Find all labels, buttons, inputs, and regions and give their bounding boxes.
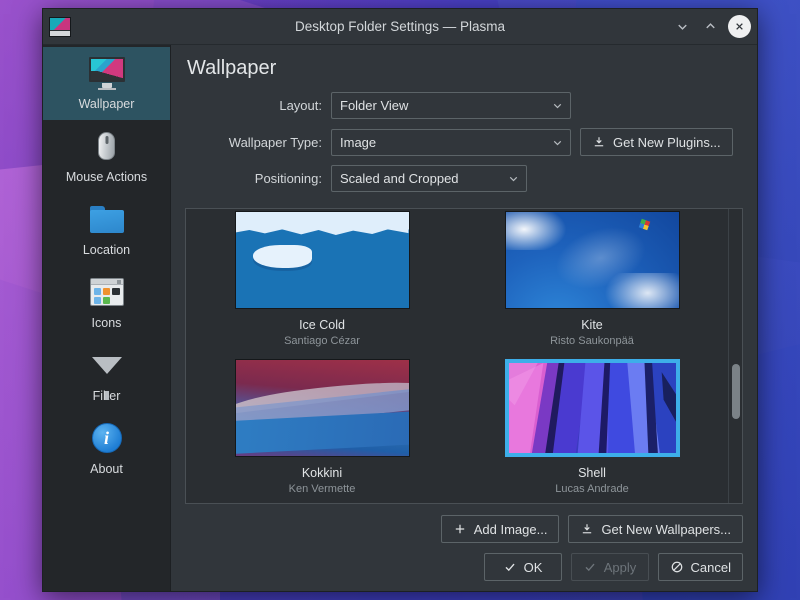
mouse-icon: [89, 129, 125, 163]
add-image-label: Add Image...: [474, 522, 548, 537]
sidebar-item-label: Location: [83, 243, 130, 257]
sidebar-item-label: Wallpaper: [79, 97, 135, 111]
chevron-down-icon: [551, 99, 564, 112]
wallpaper-item[interactable]: Kokkini Ken Vermette: [192, 357, 452, 503]
window-titlebar[interactable]: Desktop Folder Settings — Plasma: [43, 9, 757, 45]
file-window-icon: [89, 275, 125, 309]
plasma-icon: [49, 17, 71, 37]
wallpaper-grid[interactable]: Ice Cold Santiago Cézar Kite Risto Sauko…: [186, 209, 728, 503]
folder-icon: [89, 202, 125, 236]
chevron-down-icon: [551, 136, 564, 149]
wallpaper-author: Lucas Andrade: [555, 483, 628, 495]
get-new-plugins-label: Get New Plugins...: [613, 135, 721, 150]
wallpaper-type-label: Wallpaper Type:: [185, 135, 331, 150]
sidebar-item-mouse-actions[interactable]: Mouse Actions: [43, 120, 170, 193]
window-controls: [669, 14, 751, 40]
cancel-button[interactable]: Cancel: [658, 553, 743, 581]
wallpaper-item[interactable]: Kite Risto Saukonpää: [462, 209, 722, 355]
settings-window: Desktop Folder Settings — Plasma: [42, 8, 758, 592]
wallpaper-thumbnail[interactable]: [235, 211, 410, 309]
wallpaper-title: Shell: [578, 466, 606, 480]
page-title: Wallpaper: [187, 57, 743, 80]
funnel-icon: [89, 348, 125, 382]
ok-label: OK: [524, 560, 543, 575]
wallpaper-author: Santiago Cézar: [284, 335, 360, 347]
get-new-wallpapers-button[interactable]: Get New Wallpapers...: [568, 515, 743, 543]
check-icon: [503, 560, 517, 574]
sidebar-item-wallpaper[interactable]: Wallpaper: [43, 47, 170, 120]
wallpaper-thumbnail[interactable]: [505, 359, 680, 457]
image-actions-row: Add Image... Get New Wallpapers...: [185, 515, 743, 543]
apply-button: Apply: [571, 553, 649, 581]
positioning-value: Scaled and Cropped: [340, 171, 495, 186]
plus-icon: [453, 522, 467, 536]
sidebar-item-location[interactable]: Location: [43, 193, 170, 266]
download-icon: [592, 135, 606, 149]
scrollbar-thumb[interactable]: [732, 364, 740, 419]
minimize-button[interactable]: [669, 14, 695, 40]
window-title: Desktop Folder Settings — Plasma: [43, 19, 757, 34]
sidebar-item-label: About: [90, 462, 123, 476]
positioning-select[interactable]: Scaled and Cropped: [331, 165, 527, 192]
layout-label: Layout:: [185, 98, 331, 113]
layout-value: Folder View: [340, 98, 539, 113]
apply-label: Apply: [604, 560, 637, 575]
wallpaper-type-select[interactable]: Image: [331, 129, 571, 156]
wallpaper-type-row: Wallpaper Type: Image Get New: [185, 128, 743, 156]
maximize-button[interactable]: [697, 14, 723, 40]
wallpaper-title: Kite: [581, 318, 603, 332]
wallpaper-grid-container: Ice Cold Santiago Cézar Kite Risto Sauko…: [185, 208, 743, 504]
sidebar-item-filter[interactable]: Filter: [43, 339, 170, 412]
desktop-background: Desktop Folder Settings — Plasma: [0, 0, 800, 600]
dialog-actions-row: OK Apply: [185, 553, 743, 581]
cancel-icon: [670, 560, 684, 574]
main-panel: Wallpaper Layout: Folder View Wallpaper …: [171, 45, 757, 591]
download-icon: [580, 522, 594, 536]
sidebar-item-icons[interactable]: Icons: [43, 266, 170, 339]
positioning-row: Positioning: Scaled and Cropped: [185, 165, 743, 192]
check-icon: [583, 560, 597, 574]
info-icon: i: [89, 421, 125, 455]
wallpaper-thumbnail[interactable]: [235, 359, 410, 457]
wallpaper-author: Risto Saukonpää: [550, 335, 634, 347]
monitor-icon: [89, 56, 125, 90]
chevron-down-icon: [507, 172, 520, 185]
get-new-wallpapers-label: Get New Wallpapers...: [601, 522, 731, 537]
cancel-label: Cancel: [691, 560, 731, 575]
wallpaper-title: Kokkini: [302, 466, 342, 480]
sidebar-item-label: Icons: [92, 316, 122, 330]
wallpaper-item[interactable]: Ice Cold Santiago Cézar: [192, 209, 452, 355]
close-button[interactable]: [728, 15, 751, 38]
wallpaper-item-selected[interactable]: Shell Lucas Andrade: [462, 357, 722, 503]
wallpaper-title: Ice Cold: [299, 318, 345, 332]
layout-row: Layout: Folder View: [185, 92, 743, 119]
add-image-button[interactable]: Add Image...: [441, 515, 560, 543]
get-new-plugins-button[interactable]: Get New Plugins...: [580, 128, 733, 156]
wallpaper-scrollbar[interactable]: [728, 209, 742, 503]
wallpaper-type-value: Image: [340, 135, 539, 150]
sidebar-item-label: Mouse Actions: [66, 170, 147, 184]
wallpaper-thumbnail[interactable]: [505, 211, 680, 309]
settings-sidebar: Wallpaper Mouse Actions Location: [43, 45, 171, 591]
ok-button[interactable]: OK: [484, 553, 562, 581]
wallpaper-author: Ken Vermette: [289, 483, 356, 495]
sidebar-item-about[interactable]: i About: [43, 412, 170, 485]
layout-select[interactable]: Folder View: [331, 92, 571, 119]
positioning-label: Positioning:: [185, 171, 331, 186]
